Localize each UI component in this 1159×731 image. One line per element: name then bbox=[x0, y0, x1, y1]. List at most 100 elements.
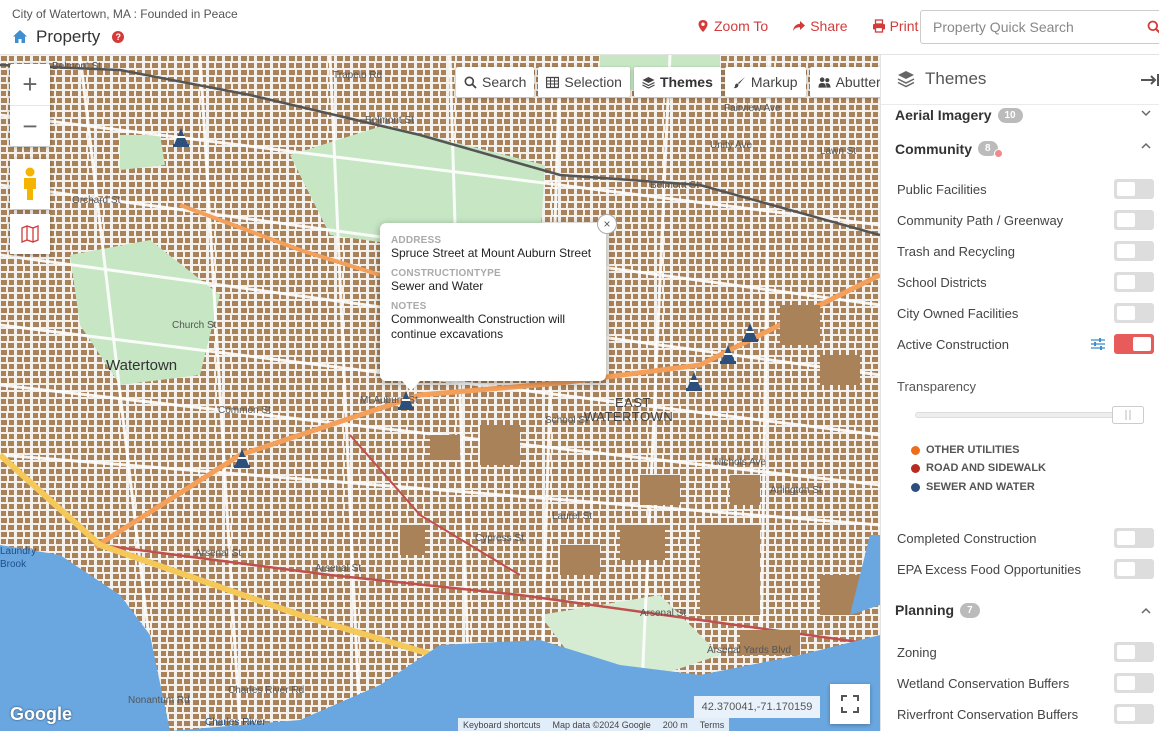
map-label-unity-ave: Unity Ave bbox=[710, 140, 753, 151]
group-aerial-imagery-count: 10 bbox=[997, 107, 1023, 123]
popup-notes-value: Commonwealth Construction will continue … bbox=[391, 312, 566, 341]
zoom-control: + − bbox=[10, 64, 50, 146]
fullscreen-icon bbox=[841, 695, 859, 713]
print-button[interactable]: Print bbox=[872, 18, 919, 34]
map-toolbar: Search Selection Themes Markup Abutters bbox=[456, 67, 880, 97]
group-planning-title: Planning bbox=[895, 602, 955, 618]
layer-toggle[interactable] bbox=[1114, 559, 1154, 579]
map-label-orchard-st: Orchard St bbox=[72, 195, 121, 206]
sliders-icon[interactable] bbox=[1090, 336, 1106, 352]
group-community-title: Community bbox=[895, 140, 972, 157]
fullscreen-button[interactable] bbox=[830, 684, 870, 724]
share-button[interactable]: Share bbox=[792, 18, 848, 34]
markup-tool-label: Markup bbox=[750, 74, 798, 90]
info-popup: × ADDRESS Spruce Street at Mount Auburn … bbox=[380, 214, 617, 391]
layer-toggle[interactable] bbox=[1114, 673, 1154, 693]
property-search-box bbox=[920, 10, 1159, 44]
themes-tool-button[interactable]: Themes bbox=[633, 67, 721, 97]
notification-dot bbox=[993, 149, 1003, 158]
layer-zoning: Zoning bbox=[897, 641, 1155, 663]
print-icon bbox=[872, 19, 885, 33]
map-label-watertown-east: WATERTOWN bbox=[584, 409, 674, 424]
terms-link[interactable]: Terms bbox=[700, 720, 725, 730]
layer-school-districts: School Districts bbox=[897, 271, 1155, 293]
legend-swatch bbox=[911, 445, 920, 455]
zoom-to-button[interactable]: Zoom To bbox=[696, 18, 768, 34]
layer-toggle[interactable] bbox=[1114, 704, 1154, 724]
group-planning[interactable]: Planning 7 bbox=[895, 602, 980, 618]
construction-marker-icon[interactable] bbox=[719, 344, 737, 364]
layer-toggle[interactable] bbox=[1114, 334, 1154, 354]
map-data-text: Map data ©2024 Google bbox=[552, 720, 651, 730]
help-icon[interactable]: ? bbox=[112, 31, 125, 43]
search-icon bbox=[464, 76, 477, 89]
layer-riverfront-buffers: Riverfront Conservation Buffers bbox=[897, 703, 1155, 725]
layer-toggle[interactable] bbox=[1114, 210, 1154, 230]
app-title: Property bbox=[36, 27, 101, 46]
share-label: Share bbox=[810, 18, 848, 34]
layer-toggle[interactable] bbox=[1114, 528, 1154, 548]
themes-panel-title: Themes bbox=[925, 69, 987, 88]
legend-label: OTHER UTILITIES bbox=[926, 444, 1020, 456]
map-label-belmont-st: Belmont St bbox=[650, 180, 699, 191]
legend-swatch bbox=[911, 463, 920, 473]
construction-marker-icon[interactable] bbox=[172, 127, 190, 147]
legend-swatch bbox=[911, 482, 920, 492]
legend-label: ROAD AND SIDEWALK bbox=[926, 462, 1046, 474]
group-community[interactable]: Community 8 bbox=[895, 139, 1003, 158]
popup-address-value: Spruce Street at Mount Auburn Street bbox=[391, 246, 592, 260]
street-view-button[interactable] bbox=[10, 159, 50, 209]
keyboard-shortcuts-link[interactable]: Keyboard shortcuts bbox=[463, 720, 541, 730]
construction-marker-icon[interactable] bbox=[233, 448, 251, 468]
themes-panel: Themes Aerial Imagery 10 Community 8 Pub… bbox=[880, 55, 1159, 731]
legend-item: SEWER AND WATER bbox=[911, 481, 1035, 493]
map-label-trapelo-rd: Trapelo Rd bbox=[333, 70, 383, 81]
layer-toggle[interactable] bbox=[1114, 241, 1154, 261]
map-label-arlington-st: Arlington St bbox=[770, 485, 822, 496]
group-planning-count: 7 bbox=[960, 602, 980, 618]
map-type-button[interactable] bbox=[10, 214, 50, 254]
construction-marker-icon[interactable] bbox=[685, 371, 703, 391]
property-search-input[interactable] bbox=[921, 11, 1141, 43]
app-header: City of Watertown, MA : Founded in Peace… bbox=[0, 0, 1159, 55]
home-icon[interactable] bbox=[12, 29, 28, 45]
coordinate-readout: 42.370041,-71.170159 bbox=[694, 696, 820, 718]
group-aerial-imagery[interactable]: Aerial Imagery 10 bbox=[895, 107, 1023, 123]
layers-icon bbox=[897, 71, 915, 88]
construction-marker-icon[interactable] bbox=[741, 322, 759, 342]
map-label-laurel-st: Laurel St bbox=[552, 511, 593, 522]
collapse-panel-icon[interactable] bbox=[1141, 73, 1159, 87]
construction-marker-icon[interactable] bbox=[397, 390, 415, 410]
chevron-up-icon[interactable] bbox=[1141, 606, 1151, 616]
share-icon bbox=[793, 21, 806, 31]
map-label-charles-river-rd: Charles River Rd bbox=[228, 685, 305, 696]
layer-toggle[interactable] bbox=[1114, 303, 1154, 323]
map-marker-icon bbox=[698, 20, 708, 32]
abutters-tool-button[interactable]: Abutters bbox=[809, 67, 880, 97]
layers-icon bbox=[642, 76, 655, 89]
slider-handle[interactable] bbox=[1112, 406, 1144, 424]
search-icon[interactable] bbox=[1147, 20, 1159, 34]
popup-close-button[interactable]: × bbox=[597, 214, 617, 234]
transparency-slider[interactable] bbox=[915, 412, 1143, 418]
layer-wetland-buffers: Wetland Conservation Buffers bbox=[897, 672, 1155, 694]
map-canvas[interactable]: Belmont St Belmont St Belmont St Trapelo… bbox=[0, 55, 880, 731]
pegman-icon bbox=[24, 167, 36, 200]
header-actions: Zoom To Share Print bbox=[696, 18, 918, 34]
layer-community-path: Community Path / Greenway bbox=[897, 209, 1155, 231]
chevron-up-icon[interactable] bbox=[1141, 141, 1151, 151]
markup-tool-button[interactable]: Markup bbox=[724, 67, 806, 97]
themes-panel-header: Themes bbox=[881, 55, 1159, 105]
print-label: Print bbox=[889, 18, 919, 34]
zoom-in-button[interactable]: + bbox=[10, 64, 50, 105]
layer-toggle[interactable] bbox=[1114, 272, 1154, 292]
selection-tool-button[interactable]: Selection bbox=[538, 67, 630, 97]
layer-toggle[interactable] bbox=[1114, 642, 1154, 662]
map-label-arsenal-st: Arsenal St bbox=[315, 563, 362, 574]
zoom-out-button[interactable]: − bbox=[10, 105, 50, 146]
map-label-charles-river: Charles River bbox=[205, 717, 266, 728]
map-label-nichols-ave: Nichols Ave bbox=[714, 457, 767, 468]
search-tool-button[interactable]: Search bbox=[456, 67, 535, 97]
chevron-down-icon[interactable] bbox=[1141, 108, 1151, 118]
layer-toggle[interactable] bbox=[1114, 179, 1154, 199]
